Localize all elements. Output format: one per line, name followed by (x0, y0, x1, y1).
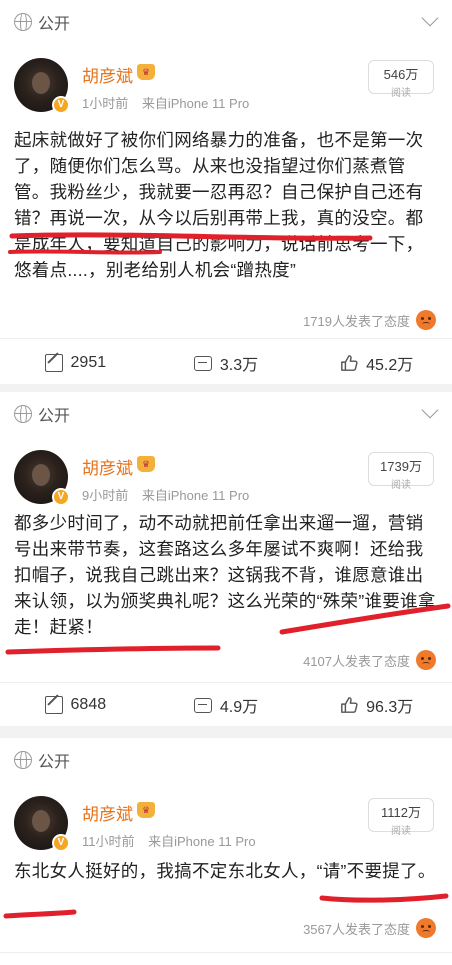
views-count: 1739万 (380, 459, 422, 474)
action-bar: 6848 4.9万 96.3万 (0, 690, 452, 720)
repost-button[interactable]: 2951 (0, 348, 151, 378)
action-bar: 2951 3.3万 45.2万 (0, 348, 452, 378)
repost-count: 2951 (70, 354, 107, 371)
avatar[interactable]: V (14, 58, 70, 114)
stance-count: 1719人发表了态度 (303, 313, 410, 329)
weibo-post-1: 公开 V 胡彦斌 ♛ 1小时前 来自iPhone 11 Pro 546万 阅读 … (0, 0, 452, 384)
post-meta: 11小时前 来自iPhone 11 Pro (82, 831, 266, 850)
like-button[interactable]: 96.3万 (301, 690, 452, 720)
post-text: 起床就做好了被你们网络暴力的准备，也不是第一次了，随便你们怎么骂。从来也没指望过… (14, 130, 424, 280)
post-separator (0, 384, 452, 392)
views-counter: 1739万 阅读 (368, 452, 434, 491)
crown-icon: ♛ (137, 64, 155, 80)
post-source: 来自iPhone 11 Pro (148, 834, 256, 849)
post-meta: 9小时前 来自iPhone 11 Pro (82, 485, 259, 504)
visibility-row: 公开 (14, 748, 70, 772)
post-time: 9小时前 (82, 488, 129, 503)
chevron-down-icon[interactable] (421, 9, 439, 27)
visibility-row: 公开 (14, 402, 70, 426)
stance-row[interactable]: 1719人发表了态度 (303, 310, 436, 330)
globe-icon (14, 13, 32, 31)
chevron-down-icon[interactable] (421, 401, 439, 419)
like-button[interactable]: 45.2万 (301, 348, 452, 378)
divider (0, 682, 452, 683)
visibility-label: 公开 (38, 16, 71, 33)
globe-icon (14, 751, 32, 769)
stance-row[interactable]: 3567人发表了态度 (303, 918, 436, 938)
views-counter: 546万 阅读 (368, 60, 434, 99)
like-count: 96.3万 (366, 699, 414, 716)
crown-icon: ♛ (137, 802, 155, 818)
author-name[interactable]: 胡彦斌 (82, 62, 133, 87)
emoji-icon (416, 650, 436, 670)
comment-count: 3.3万 (219, 357, 259, 374)
repost-count: 6848 (70, 696, 107, 713)
post-time: 11小时前 (82, 834, 135, 849)
emoji-icon (416, 918, 436, 938)
post-separator (0, 726, 452, 738)
stance-count: 4107人发表了态度 (303, 653, 410, 669)
verified-icon: V (52, 96, 70, 114)
comment-icon (193, 355, 212, 371)
views-count: 546万 (383, 67, 419, 82)
comment-button[interactable]: 4.9万 (151, 690, 302, 720)
views-count: 1112万 (381, 805, 421, 820)
comment-count: 4.9万 (219, 699, 259, 716)
divider (0, 338, 452, 339)
visibility-row: 公开 (14, 10, 70, 34)
post-time: 1小时前 (82, 96, 129, 111)
views-label: 阅读 (391, 480, 411, 491)
visibility-label: 公开 (38, 408, 71, 425)
verified-icon: V (52, 834, 70, 852)
stance-row[interactable]: 4107人发表了态度 (303, 650, 436, 670)
emoji-icon (416, 310, 436, 330)
visibility-label: 公开 (38, 754, 71, 771)
post-text: 东北女人挺好的，我搞不定东北女人，“请”不要提了。 (14, 861, 436, 881)
comment-button[interactable]: 3.3万 (151, 348, 302, 378)
weibo-post-2: 公开 V 胡彦斌 ♛ 9小时前 来自iPhone 11 Pro 1739万 阅读… (0, 392, 452, 726)
comment-icon (193, 697, 212, 713)
post-source: 来自iPhone 11 Pro (141, 96, 250, 111)
post-text: 都多少时间了，动不动就把前任拿出来遛一遛，营销号出来带节奏，这套路这么多年屡试不… (14, 513, 436, 637)
author-name[interactable]: 胡彦斌 (82, 800, 133, 825)
repost-button[interactable]: 6848 (0, 690, 151, 720)
post-source: 来自iPhone 11 Pro (141, 488, 250, 503)
avatar[interactable]: V (14, 796, 70, 852)
weibo-post-3: 公开 V 胡彦斌 ♛ 11小时前 来自iPhone 11 Pro 1112万 阅… (0, 738, 452, 965)
stance-count: 3567人发表了态度 (303, 921, 410, 937)
thumbs-up-icon (341, 697, 358, 713)
post-meta: 1小时前 来自iPhone 11 Pro (82, 93, 259, 112)
thumbs-up-icon (341, 355, 358, 371)
verified-icon: V (52, 488, 70, 506)
author-name[interactable]: 胡彦斌 (82, 454, 133, 479)
views-label: 阅读 (391, 826, 411, 837)
repost-icon (44, 696, 63, 714)
divider (0, 952, 452, 953)
like-count: 45.2万 (366, 357, 414, 374)
views-label: 阅读 (391, 88, 411, 99)
crown-icon: ♛ (137, 456, 155, 472)
globe-icon (14, 405, 32, 423)
views-counter: 1112万 阅读 (368, 798, 434, 837)
avatar[interactable]: V (14, 450, 70, 506)
repost-icon (44, 354, 63, 372)
